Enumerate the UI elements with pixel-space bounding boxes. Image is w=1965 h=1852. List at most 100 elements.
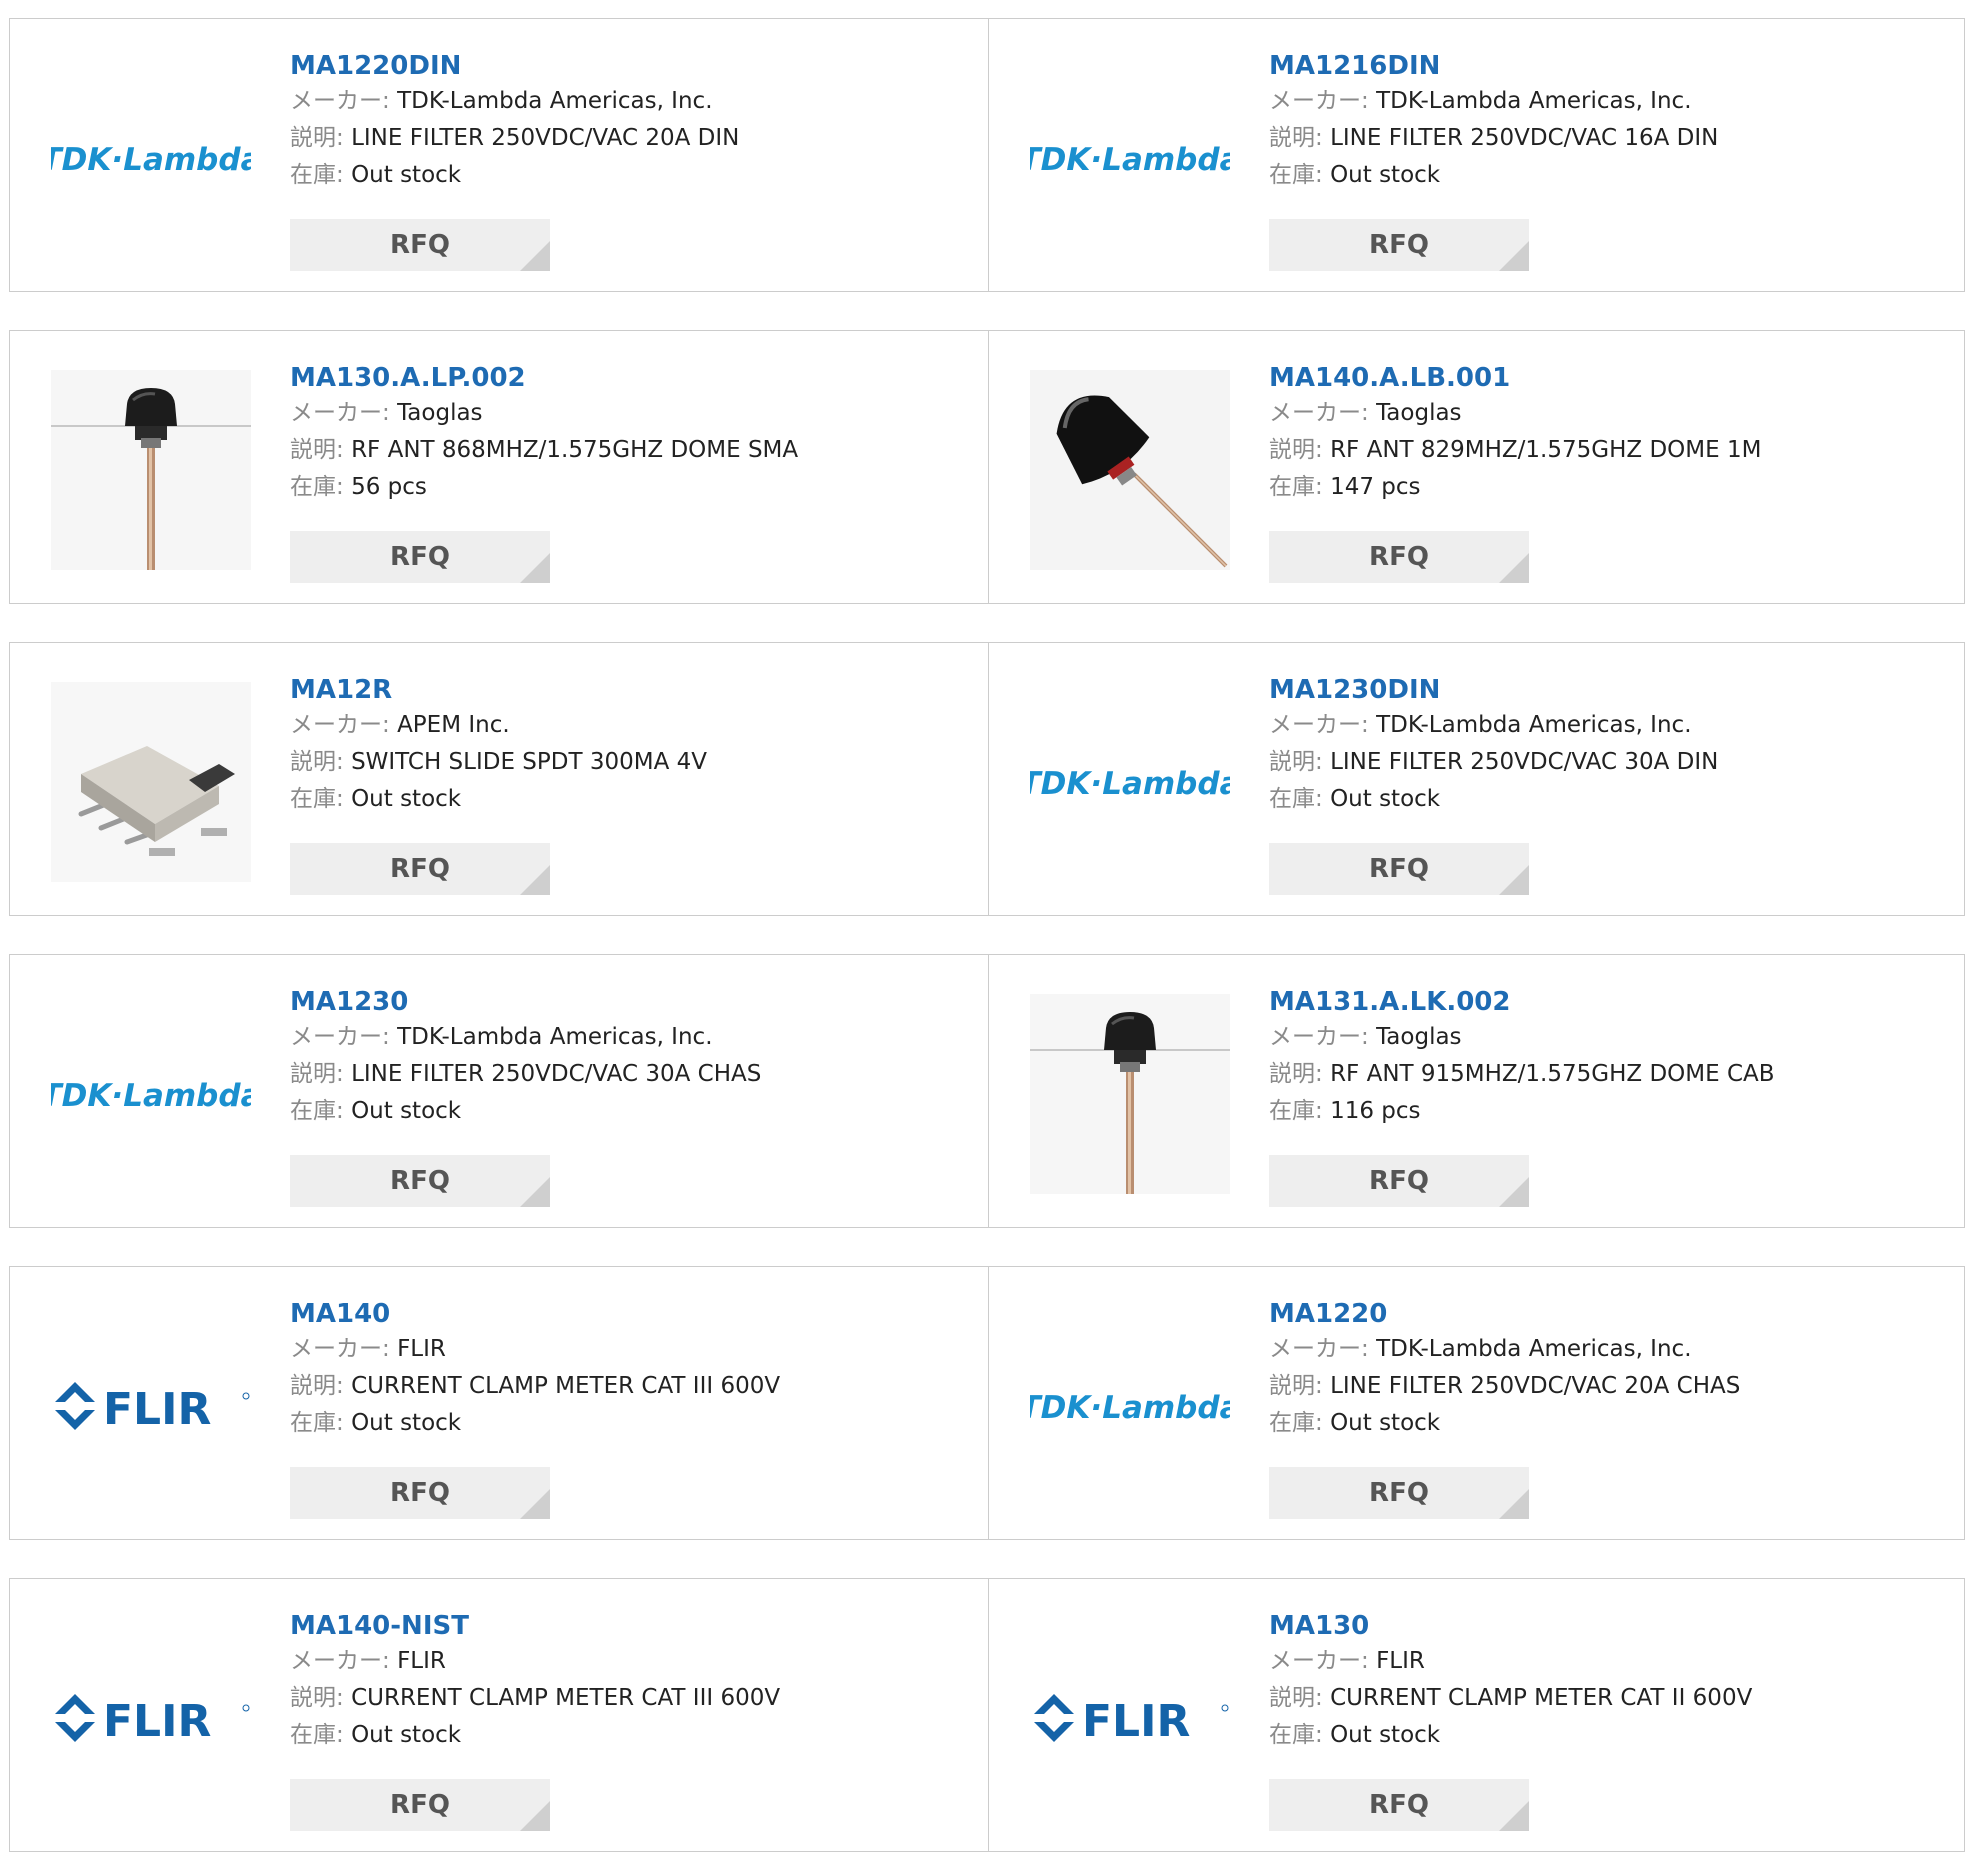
flir-logo-text: FLIR (1082, 1696, 1190, 1747)
stock-value: Out stock (351, 162, 462, 188)
product-card: TDK·Lambda MA1216DIN メーカー: TDK-Lambda Am… (988, 19, 1965, 291)
corner-triangle-icon (1499, 1489, 1529, 1519)
stock-value: Out stock (1330, 1410, 1441, 1436)
maker-row: メーカー: TDK-Lambda Americas, Inc. (290, 83, 950, 120)
product-row: FLIR MA140 メーカー: FLIR 説明: CURRENT CLAMP … (9, 1266, 1965, 1540)
product-row: FLIR MA140-NIST メーカー: FLIR 説明: CURRENT C… (9, 1578, 1965, 1852)
stock-label: 在庫: (1269, 1722, 1323, 1748)
stock-label: 在庫: (1269, 786, 1323, 812)
product-card: TDK·Lambda MA1220 メーカー: TDK-Lambda Ameri… (988, 1267, 1965, 1539)
description-row: 説明: LINE FILTER 250VDC/VAC 20A CHAS (1269, 1368, 1929, 1405)
rfq-button[interactable]: RFQ (1269, 219, 1529, 271)
product-image-flir-logo[interactable]: FLIR (1029, 1617, 1231, 1819)
description-value: LINE FILTER 250VDC/VAC 16A DIN (1330, 125, 1719, 151)
product-row: MA12R メーカー: APEM Inc. 説明: SWITCH SLIDE S… (9, 642, 1965, 916)
maker-label: メーカー: (290, 712, 390, 738)
maker-label: メーカー: (290, 88, 390, 114)
part-number-link[interactable]: MA131.A.LK.002 (1269, 985, 1929, 1019)
stock-value: 56 pcs (351, 474, 427, 500)
stock-row: 在庫: 56 pcs (290, 469, 950, 506)
rfq-button[interactable]: RFQ (1269, 1467, 1529, 1519)
product-row: TDK·Lambda MA1220DIN メーカー: TDK-Lambda Am… (9, 18, 1965, 292)
part-number-link[interactable]: MA1220DIN (290, 49, 950, 83)
maker-row: メーカー: FLIR (290, 1331, 950, 1368)
stock-label: 在庫: (290, 1098, 344, 1124)
part-number-link[interactable]: MA130.A.LP.002 (290, 361, 950, 395)
maker-label: メーカー: (1269, 400, 1369, 426)
stock-label: 在庫: (290, 786, 344, 812)
product-card: TDK·Lambda MA1230 メーカー: TDK-Lambda Ameri… (10, 955, 988, 1227)
maker-label: メーカー: (290, 1024, 390, 1050)
product-info: MA131.A.LK.002 メーカー: Taoglas 説明: RF ANT … (1269, 985, 1929, 1130)
corner-triangle-icon (520, 1489, 550, 1519)
product-image-tilted-antenna-photo[interactable] (1029, 369, 1231, 571)
description-value: CURRENT CLAMP METER CAT III 600V (351, 1373, 781, 1399)
part-number-link[interactable]: MA140.A.LB.001 (1269, 361, 1929, 395)
product-image-tdk-lambda-logo[interactable]: TDK·Lambda (50, 57, 252, 259)
maker-label: メーカー: (1269, 712, 1369, 738)
part-number-link[interactable]: MA140 (290, 1297, 950, 1331)
maker-value: Taoglas (1376, 400, 1462, 426)
description-row: 説明: LINE FILTER 250VDC/VAC 30A DIN (1269, 744, 1929, 781)
product-image-tdk-lambda-logo[interactable]: TDK·Lambda (50, 993, 252, 1195)
maker-value: FLIR (397, 1336, 446, 1362)
rfq-button[interactable]: RFQ (290, 843, 550, 895)
maker-row: メーカー: TDK-Lambda Americas, Inc. (290, 1019, 950, 1056)
part-number-link[interactable]: MA12R (290, 673, 950, 707)
description-label: 説明: (290, 1373, 344, 1399)
product-row: TDK·Lambda MA1230 メーカー: TDK-Lambda Ameri… (9, 954, 1965, 1228)
product-info: MA140.A.LB.001 メーカー: Taoglas 説明: RF ANT … (1269, 361, 1929, 506)
description-label: 説明: (1269, 437, 1323, 463)
product-image-dome-antenna-photo[interactable] (1029, 993, 1231, 1195)
maker-row: メーカー: FLIR (290, 1643, 950, 1680)
stock-label: 在庫: (290, 1410, 344, 1436)
rfq-button[interactable]: RFQ (290, 219, 550, 271)
description-value: RF ANT 868MHZ/1.575GHZ DOME SMA (351, 437, 799, 463)
maker-label: メーカー: (290, 1336, 390, 1362)
rfq-button[interactable]: RFQ (1269, 1779, 1529, 1831)
stock-label: 在庫: (290, 474, 344, 500)
corner-triangle-icon (520, 1177, 550, 1207)
rfq-button-label: RFQ (390, 1166, 450, 1196)
stock-row: 在庫: 116 pcs (1269, 1093, 1929, 1130)
product-info: MA140-NIST メーカー: FLIR 説明: CURRENT CLAMP … (290, 1609, 950, 1754)
product-image-dome-antenna-photo[interactable] (50, 369, 252, 571)
description-label: 説明: (290, 437, 344, 463)
product-image-flir-logo[interactable]: FLIR (50, 1617, 252, 1819)
part-number-link[interactable]: MA140-NIST (290, 1609, 950, 1643)
rfq-button[interactable]: RFQ (290, 531, 550, 583)
rfq-button-label: RFQ (1369, 1478, 1429, 1508)
product-card: MA140.A.LB.001 メーカー: Taoglas 説明: RF ANT … (988, 331, 1965, 603)
rfq-button[interactable]: RFQ (1269, 531, 1529, 583)
product-image-tdk-lambda-logo[interactable]: TDK·Lambda (1029, 57, 1231, 259)
corner-triangle-icon (1499, 241, 1529, 271)
stock-row: 在庫: Out stock (1269, 157, 1929, 194)
rfq-button[interactable]: RFQ (1269, 1155, 1529, 1207)
description-label: 説明: (290, 125, 344, 151)
rfq-button[interactable]: RFQ (1269, 843, 1529, 895)
description-row: 説明: RF ANT 829MHZ/1.575GHZ DOME 1M (1269, 432, 1929, 469)
stock-row: 在庫: Out stock (1269, 1717, 1929, 1754)
product-image-tdk-lambda-logo[interactable]: TDK·Lambda (1029, 681, 1231, 883)
part-number-link[interactable]: MA130 (1269, 1609, 1929, 1643)
part-number-link[interactable]: MA1230DIN (1269, 673, 1929, 707)
description-row: 説明: LINE FILTER 250VDC/VAC 16A DIN (1269, 120, 1929, 157)
rfq-button[interactable]: RFQ (290, 1467, 550, 1519)
rfq-button-label: RFQ (1369, 542, 1429, 572)
description-label: 説明: (290, 1061, 344, 1087)
description-label: 説明: (1269, 1061, 1323, 1087)
flir-logo-text: FLIR (103, 1384, 211, 1435)
product-image-tdk-lambda-logo[interactable]: TDK·Lambda (1029, 1305, 1231, 1507)
product-image-slide-switch-photo[interactable] (50, 681, 252, 883)
stock-row: 在庫: Out stock (290, 157, 950, 194)
product-image-flir-logo[interactable]: FLIR (50, 1305, 252, 1507)
stock-label: 在庫: (290, 162, 344, 188)
rfq-button-label: RFQ (390, 542, 450, 572)
rfq-button[interactable]: RFQ (290, 1779, 550, 1831)
rfq-button[interactable]: RFQ (290, 1155, 550, 1207)
part-number-link[interactable]: MA1230 (290, 985, 950, 1019)
part-number-link[interactable]: MA1216DIN (1269, 49, 1929, 83)
description-label: 説明: (290, 1685, 344, 1711)
product-info: MA1230DIN メーカー: TDK-Lambda Americas, Inc… (1269, 673, 1929, 818)
part-number-link[interactable]: MA1220 (1269, 1297, 1929, 1331)
